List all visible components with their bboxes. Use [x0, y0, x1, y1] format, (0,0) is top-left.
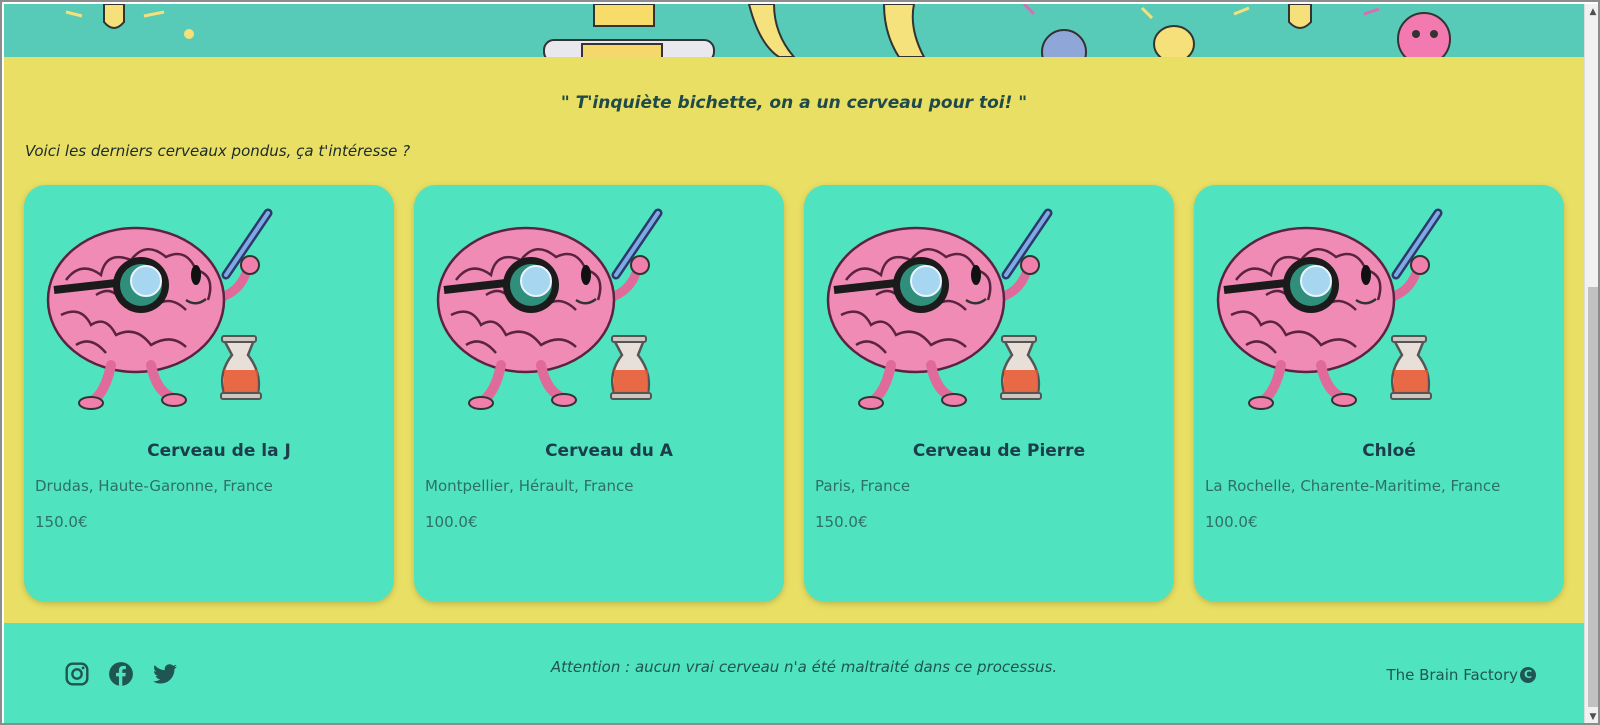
brain-mascot-illustration [816, 205, 1066, 425]
scroll-down-arrow-icon[interactable]: ▼ [1585, 709, 1598, 723]
card-location: Paris, France [815, 477, 911, 495]
card-price: 100.0€ [1205, 513, 1258, 531]
header-banner [4, 4, 1584, 57]
card-location: La Rochelle, Charente-Maritime, France [1205, 477, 1501, 495]
brain-card[interactable]: Cerveau de Pierre Paris, France 150.0€ [804, 185, 1174, 602]
brain-card[interactable]: Cerveau du A Montpellier, Hérault, Franc… [414, 185, 784, 602]
main-section: " T'inquiète bichette, on a un cerveau p… [4, 57, 1584, 623]
vertical-scrollbar[interactable]: ▲ ▼ [1584, 4, 1598, 723]
card-title[interactable]: Cerveau du A [414, 441, 784, 461]
brand-name: The Brain Factory [1386, 666, 1518, 684]
banner-illustration [4, 4, 1584, 57]
brain-card[interactable]: Chloé La Rochelle, Charente-Maritime, Fr… [1194, 185, 1564, 602]
copyright-icon: C [1520, 667, 1536, 683]
card-title[interactable]: Cerveau de Pierre [804, 441, 1174, 461]
card-price: 150.0€ [815, 513, 868, 531]
scroll-up-arrow-icon[interactable]: ▲ [1585, 4, 1598, 20]
brand-copyright: The Brain Factory C [1386, 666, 1536, 684]
intro-text: Voici les derniers cerveaux pondus, ça t… [25, 142, 411, 160]
brain-card[interactable]: Cerveau de la J Drudas, Haute-Garonne, F… [24, 185, 394, 602]
brain-mascot-illustration [1206, 205, 1456, 425]
card-title[interactable]: Cerveau de la J [24, 441, 394, 461]
brain-mascot-illustration [426, 205, 676, 425]
card-location: Montpellier, Hérault, France [425, 477, 634, 495]
page-footer: Attention : aucun vrai cerveau n'a été m… [4, 623, 1584, 723]
tagline-quote: " T'inquiète bichette, on a un cerveau p… [560, 93, 1028, 113]
disclaimer-text: Attention : aucun vrai cerveau n'a été m… [550, 658, 1058, 676]
card-price: 100.0€ [425, 513, 478, 531]
brain-mascot-illustration [36, 205, 286, 425]
card-title[interactable]: Chloé [1194, 441, 1564, 461]
card-location: Drudas, Haute-Garonne, France [35, 477, 273, 495]
scrollbar-thumb[interactable] [1588, 287, 1598, 707]
browser-viewport: " T'inquiète bichette, on a un cerveau p… [0, 0, 1600, 725]
card-price: 150.0€ [35, 513, 88, 531]
